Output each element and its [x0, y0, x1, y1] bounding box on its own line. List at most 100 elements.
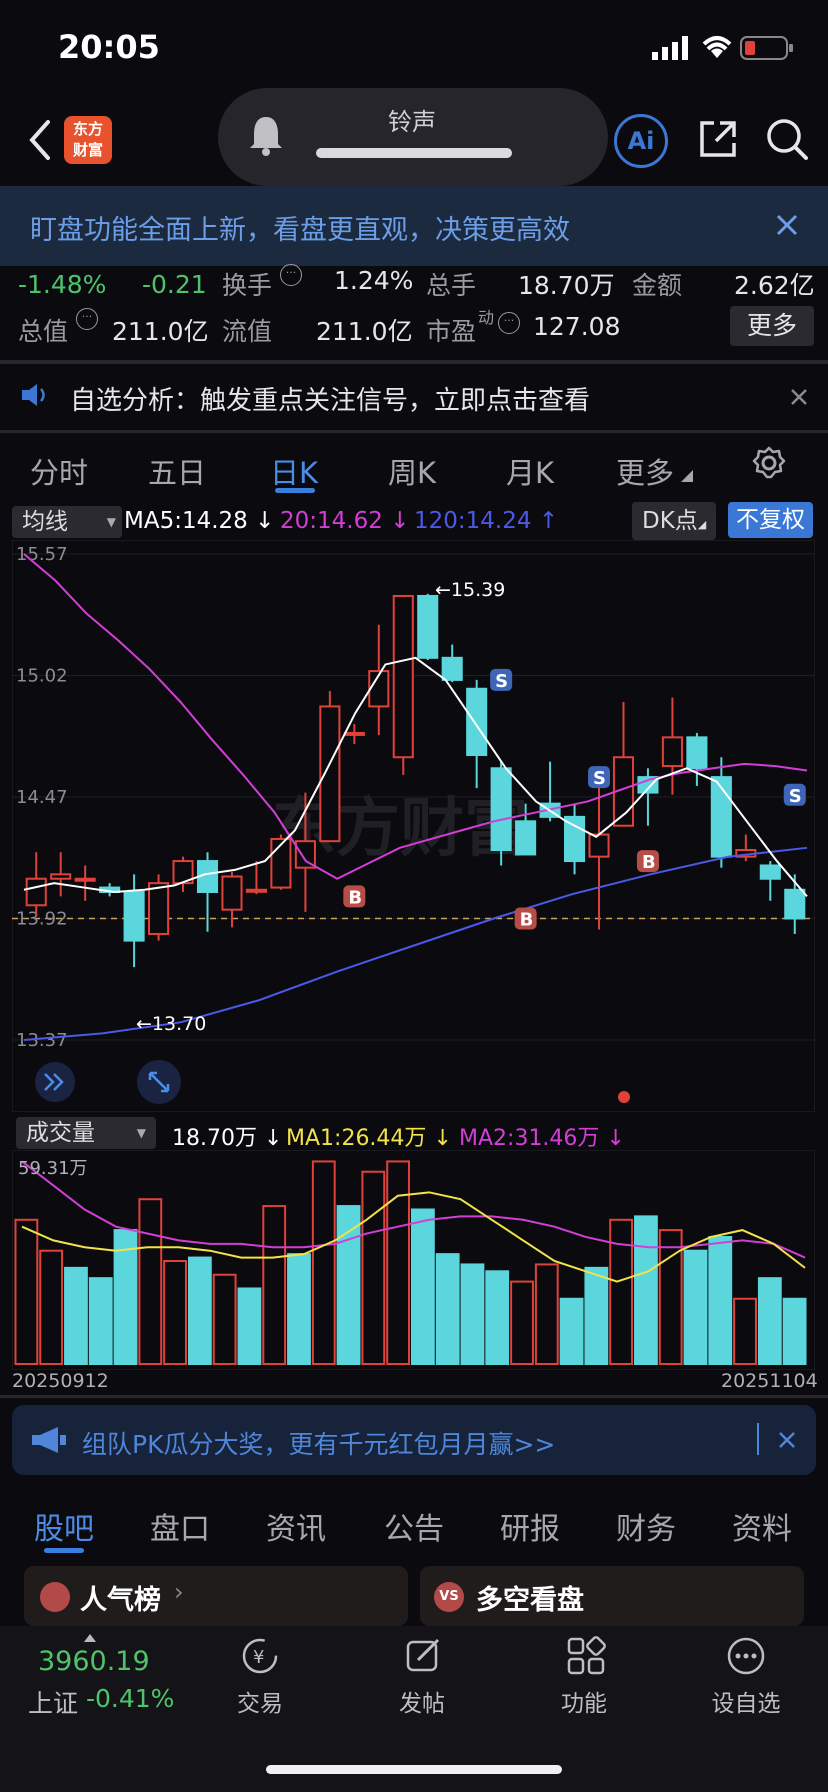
pill-label: 铃声: [388, 108, 436, 136]
ai-button[interactable]: Ai: [614, 114, 668, 168]
share-icon[interactable]: [696, 117, 740, 161]
down-arrow-icon: ↓: [255, 508, 275, 534]
candle-body: [221, 875, 243, 911]
feature-banner[interactable]: 盯盘功能全面上新，看盘更直观，决策更高效: [0, 186, 828, 266]
bull-bear-card[interactable]: VS 多空看盘: [420, 1566, 804, 1626]
search-icon[interactable]: [764, 116, 810, 162]
ma-selector[interactable]: 均线 ▼: [12, 506, 122, 538]
volume-bar: [262, 1205, 287, 1365]
banner-text: 盯盘功能全面上新，看盘更直观，决策更高效: [30, 215, 570, 246]
tab-pankou[interactable]: 盘口: [150, 1504, 210, 1548]
index-name: 上证: [28, 1689, 79, 1718]
volume-value: 18.70万: [518, 271, 615, 300]
triangle-icon: [681, 470, 693, 482]
tab-profile[interactable]: 资料: [732, 1504, 792, 1548]
back-icon[interactable]: [26, 118, 52, 162]
volume-bar: [782, 1297, 807, 1365]
chevron-right-icon: ›: [174, 1578, 184, 1606]
more-button[interactable]: 更多: [730, 306, 814, 346]
start-date: 20250912: [12, 1370, 109, 1392]
candle-body: [515, 820, 537, 856]
mcap-label: 总值: [18, 317, 69, 346]
volume-bar: [435, 1253, 460, 1365]
footer-trade[interactable]: 交易: [200, 1684, 320, 1718]
volume-bar: [683, 1249, 708, 1365]
volume-bar: [237, 1287, 262, 1365]
y-tick-label: 14.47: [16, 787, 68, 808]
volume-chart[interactable]: 59.31万: [12, 1150, 815, 1370]
promo-banner[interactable]: 组队PK瓜分大奖，更有千元红包月月赢>>: [12, 1405, 816, 1475]
index-value[interactable]: 3960.19: [38, 1646, 150, 1677]
volume-selector[interactable]: 成交量 ▼: [16, 1117, 156, 1149]
volume-bar: [584, 1266, 609, 1365]
ma-bar: 均线 ▼ MA5:14.28 ↓ 20:14.62 ↓ 120:14.24 ↑ …: [0, 502, 828, 542]
volume-ma2: MA2:31.46万 ↓: [459, 1120, 625, 1152]
tab-research[interactable]: 研报: [500, 1504, 560, 1548]
candle-body: [25, 877, 47, 907]
volume-bar: [609, 1218, 634, 1365]
vs-icon: VS: [434, 1582, 464, 1612]
tab-five-day[interactable]: 五日: [148, 450, 206, 492]
expand-icon[interactable]: [35, 1062, 75, 1102]
status-bar: 20:05: [0, 0, 828, 95]
tab-finance[interactable]: 财务: [616, 1504, 676, 1548]
ranking-icon: [40, 1582, 70, 1612]
candle-body: [50, 873, 72, 880]
tab-more[interactable]: 更多: [616, 450, 674, 492]
adjust-button[interactable]: 不复权: [728, 502, 813, 538]
volume-ma1: MA1:26.44万 ↓: [286, 1120, 452, 1152]
bull-bear-title: 多空看盘: [476, 1585, 584, 1616]
footer-add-watchlist[interactable]: 设自选: [686, 1684, 806, 1718]
divider: [0, 360, 828, 364]
candle-body: [123, 890, 145, 942]
popularity-card[interactable]: 人气榜 ›: [24, 1566, 408, 1626]
compose-icon[interactable]: [404, 1636, 444, 1676]
settings-icon[interactable]: [752, 446, 786, 480]
ringtone-pill[interactable]: 铃声: [218, 88, 608, 186]
close-icon[interactable]: [790, 388, 808, 406]
ma20-value: 20:14.62 ↓: [280, 508, 409, 534]
volume-bar: [311, 1160, 336, 1365]
close-icon[interactable]: [776, 214, 798, 236]
fullscreen-icon[interactable]: [137, 1060, 181, 1104]
kline-chart[interactable]: 东方财富 15.5715.0214.4713.9213.37 BBBSSS ←1…: [12, 540, 815, 1112]
footer-post[interactable]: 发帖: [362, 1684, 482, 1718]
candle-body: [490, 767, 512, 852]
trade-icon[interactable]: ¥: [240, 1636, 280, 1676]
info-icon[interactable]: ···: [280, 264, 302, 286]
float-label: 流值: [222, 317, 273, 346]
tab-announcements[interactable]: 公告: [384, 1504, 444, 1548]
dk-point-button[interactable]: DK点◢: [632, 502, 717, 540]
up-arrow-icon: ↑: [538, 508, 559, 534]
info-icon[interactable]: ···: [498, 312, 520, 334]
volume-bar: [64, 1266, 88, 1365]
volume-bar: [138, 1198, 163, 1366]
tab-weekly-k[interactable]: 周K: [388, 450, 436, 492]
tab-intraday[interactable]: 分时: [30, 450, 88, 492]
down-arrow-icon: ↓: [606, 1126, 625, 1151]
tab-monthly-k[interactable]: 月K: [506, 450, 554, 492]
volume-bar: [708, 1235, 733, 1365]
triangle-icon: ◢: [697, 518, 707, 531]
app-logo[interactable]: 东方 财富: [64, 116, 112, 164]
close-icon[interactable]: [778, 1431, 796, 1449]
volume-bar: [14, 1218, 39, 1365]
volume-selector-label: 成交量: [26, 1120, 95, 1146]
megaphone-icon: [32, 1427, 66, 1453]
more-icon[interactable]: [726, 1636, 766, 1676]
info-icon[interactable]: ···: [76, 308, 98, 330]
analysis-notice[interactable]: 自选分析：触发重点关注信号，立即点击查看: [0, 366, 828, 426]
footer-functions[interactable]: 功能: [524, 1684, 644, 1718]
tab-guba[interactable]: 股吧: [34, 1504, 94, 1548]
grid-icon[interactable]: [566, 1636, 606, 1676]
turnover-value: 1.24%: [334, 266, 414, 295]
svg-text:¥: ¥: [253, 1647, 264, 1668]
candle-body: [270, 837, 292, 889]
amount-value: 2.62亿: [734, 271, 815, 300]
caret-up-icon: [84, 1634, 96, 1642]
candle-body: [417, 594, 439, 659]
battery-icon: [740, 36, 793, 60]
tab-daily-k[interactable]: 日K: [270, 450, 318, 492]
volume-bar: [386, 1160, 411, 1365]
tab-news[interactable]: 资讯: [266, 1504, 326, 1548]
